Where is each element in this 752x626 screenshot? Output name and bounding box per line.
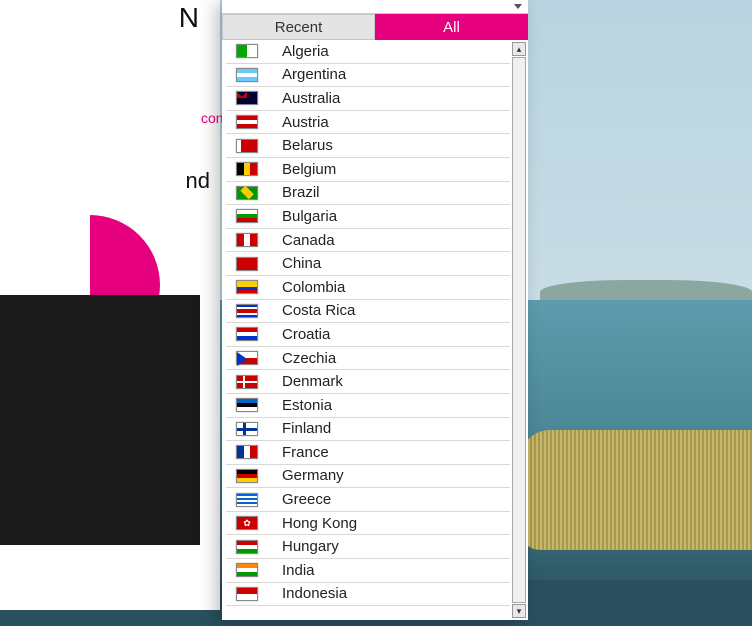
country-name: France xyxy=(276,444,510,461)
flag-icon-by xyxy=(236,139,258,153)
flag-icon-dz xyxy=(236,44,258,58)
country-name: Germany xyxy=(276,467,510,484)
country-name: Canada xyxy=(276,232,510,249)
dropdown-collapse-handle[interactable] xyxy=(222,0,528,14)
country-row-ee[interactable]: Estonia xyxy=(226,394,510,418)
flag-icon-br xyxy=(236,186,258,200)
flag-icon-gr xyxy=(236,493,258,507)
flag-icon-at xyxy=(236,115,258,129)
country-name: Denmark xyxy=(276,373,510,390)
scroll-up-button[interactable]: ▴ xyxy=(512,42,526,56)
tab-recent[interactable]: Recent xyxy=(222,14,375,40)
country-row-at[interactable]: Austria xyxy=(226,111,510,135)
country-name: Costa Rica xyxy=(276,302,510,319)
country-row-hk[interactable]: ✿ Hong Kong xyxy=(226,512,510,536)
country-row-by[interactable]: Belarus xyxy=(226,134,510,158)
country-row-br[interactable]: Brazil xyxy=(226,182,510,206)
country-name: China xyxy=(276,255,510,272)
country-row-fr[interactable]: France xyxy=(226,441,510,465)
tab-all[interactable]: All xyxy=(375,14,528,40)
country-row-cn[interactable]: China xyxy=(226,252,510,276)
country-row-ca[interactable]: Canada xyxy=(226,229,510,253)
flag-icon-hk: ✿ xyxy=(236,516,258,530)
country-row-id[interactable]: Indonesia xyxy=(226,583,510,607)
heading-fragment: nd xyxy=(186,168,210,194)
app-title: N xyxy=(179,2,200,34)
country-row-hr[interactable]: Croatia xyxy=(226,323,510,347)
country-name: Hong Kong xyxy=(276,515,510,532)
country-name: Colombia xyxy=(276,279,510,296)
country-row-cr[interactable]: Costa Rica xyxy=(226,300,510,324)
country-row-be[interactable]: Belgium xyxy=(226,158,510,182)
scrollbar[interactable]: ▴ ▾ xyxy=(512,42,526,618)
country-name: Belgium xyxy=(276,161,510,178)
country-name: India xyxy=(276,562,510,579)
flag-icon-fi xyxy=(236,422,258,436)
country-row-co[interactable]: Colombia xyxy=(226,276,510,300)
flag-icon-co xyxy=(236,280,258,294)
flag-icon-cn xyxy=(236,257,258,271)
country-name: Belarus xyxy=(276,137,510,154)
scroll-down-button[interactable]: ▾ xyxy=(512,604,526,618)
flag-icon-hu xyxy=(236,540,258,554)
country-row-fi[interactable]: Finland xyxy=(226,418,510,442)
stats-panel xyxy=(0,295,200,545)
country-name: Argentina xyxy=(276,66,510,83)
flag-icon-ca xyxy=(236,233,258,247)
flag-icon-hr xyxy=(236,327,258,341)
scroll-track[interactable] xyxy=(512,57,526,603)
flag-icon-dk xyxy=(236,375,258,389)
country-name: Greece xyxy=(276,491,510,508)
country-row-au[interactable]: Australia xyxy=(226,87,510,111)
flag-icon-id xyxy=(236,587,258,601)
flag-icon-ee xyxy=(236,398,258,412)
flag-icon-ar xyxy=(236,68,258,82)
country-name: Austria xyxy=(276,114,510,131)
vpn-main-window: N connect nd 00 n! Malicious Websites xyxy=(0,0,220,610)
country-name: Algeria xyxy=(276,43,510,60)
country-row-bg[interactable]: Bulgaria xyxy=(226,205,510,229)
country-name: Brazil xyxy=(276,184,510,201)
robot-mascot-icon xyxy=(0,530,10,610)
flag-icon-be xyxy=(236,162,258,176)
country-name: Bulgaria xyxy=(276,208,510,225)
country-name: Estonia xyxy=(276,397,510,414)
flag-icon-bg xyxy=(236,209,258,223)
country-row-gr[interactable]: Greece xyxy=(226,488,510,512)
country-row-dk[interactable]: Denmark xyxy=(226,370,510,394)
flag-icon-de xyxy=(236,469,258,483)
flag-icon-fr xyxy=(236,445,258,459)
flag-icon-cz xyxy=(236,351,258,365)
country-name: Czechia xyxy=(276,350,510,367)
country-list[interactable]: Algeria Argentina Australia Austria Belarus B… xyxy=(226,40,510,620)
country-row-cz[interactable]: Czechia xyxy=(226,347,510,371)
country-name: Hungary xyxy=(276,538,510,555)
country-row-hu[interactable]: Hungary xyxy=(226,535,510,559)
country-row-ar[interactable]: Argentina xyxy=(226,64,510,88)
flag-icon-in xyxy=(236,563,258,577)
flag-icon-au xyxy=(236,91,258,105)
country-dropdown: Recent All Algeria Argentina Australia Aust… xyxy=(222,0,528,620)
country-row-dz[interactable]: Algeria xyxy=(226,40,510,64)
country-name: Indonesia xyxy=(276,585,510,602)
dropdown-tabs: Recent All xyxy=(222,14,528,40)
country-name: Australia xyxy=(276,90,510,107)
flag-icon-cr xyxy=(236,304,258,318)
country-name: Finland xyxy=(276,420,510,437)
country-name: Croatia xyxy=(276,326,510,343)
country-row-in[interactable]: India xyxy=(226,559,510,583)
country-row-de[interactable]: Germany xyxy=(226,465,510,489)
